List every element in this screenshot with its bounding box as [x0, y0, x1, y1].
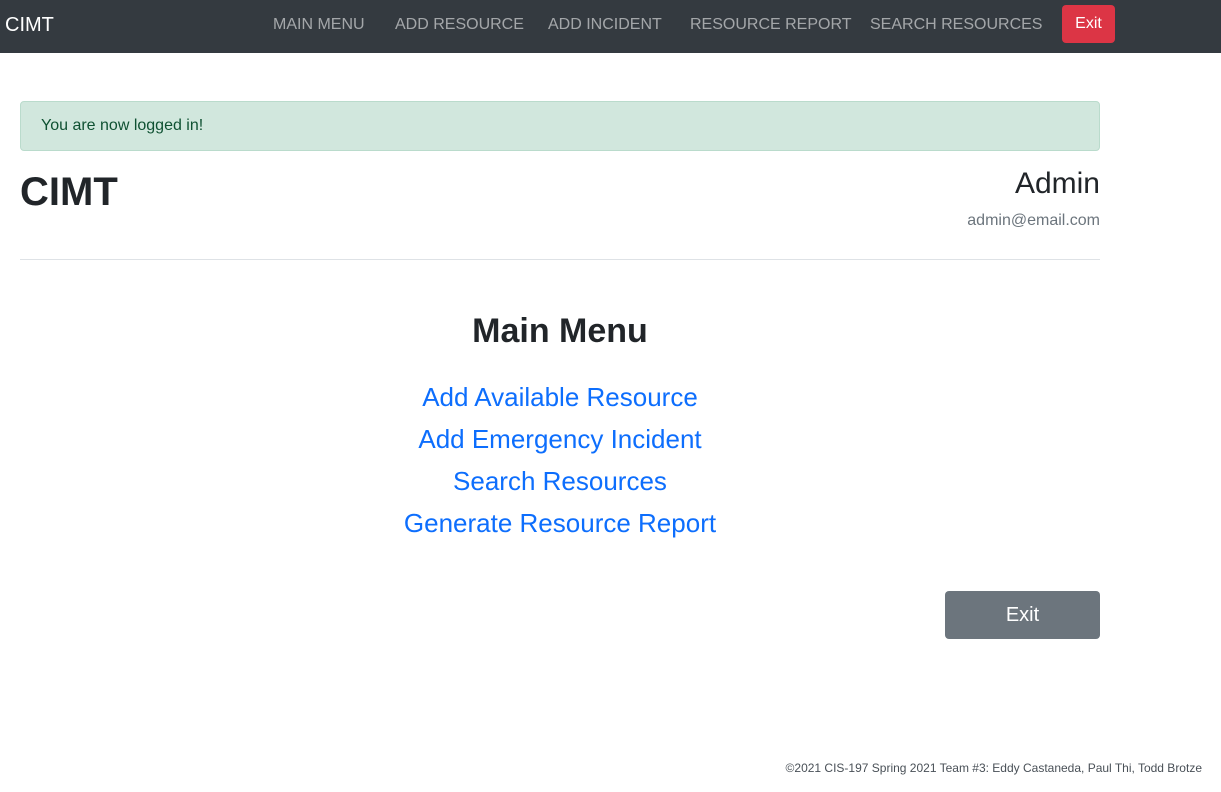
nav-link-add-resource[interactable]: ADD RESOURCE: [395, 15, 524, 35]
user-name: Admin: [1014, 167, 1100, 200]
main-menu-heading: Main Menu: [472, 312, 648, 350]
nav-link-main-menu[interactable]: MAIN MENU: [273, 15, 365, 35]
header-divider: [20, 259, 1100, 260]
nav-link-resource-report[interactable]: RESOURCE REPORT: [690, 15, 852, 35]
add-emergency-incident-link[interactable]: Add Emergency Incident: [20, 423, 1100, 455]
login-success-alert: You are now logged in!: [20, 101, 1100, 151]
navbar-exit-button[interactable]: Exit: [1062, 5, 1115, 43]
search-resources-link[interactable]: Search Resources: [20, 465, 1100, 497]
footer-credits: ©2021 CIS-197 Spring 2021 Team #3: Eddy …: [785, 761, 1202, 775]
add-available-resource-link[interactable]: Add Available Resource: [20, 381, 1100, 413]
nav-link-add-incident[interactable]: ADD INCIDENT: [548, 15, 662, 35]
user-email: admin@email.com: [967, 212, 1100, 229]
top-navbar: CIMT MAIN MENU ADD RESOURCE ADD INCIDENT…: [0, 0, 1221, 53]
navbar-brand[interactable]: CIMT: [5, 13, 54, 37]
page-title: CIMT: [20, 170, 118, 214]
generate-resource-report-link[interactable]: Generate Resource Report: [20, 507, 1100, 539]
nav-link-search-resources[interactable]: SEARCH RESOURCES: [870, 15, 1042, 35]
exit-button[interactable]: Exit: [945, 591, 1100, 639]
